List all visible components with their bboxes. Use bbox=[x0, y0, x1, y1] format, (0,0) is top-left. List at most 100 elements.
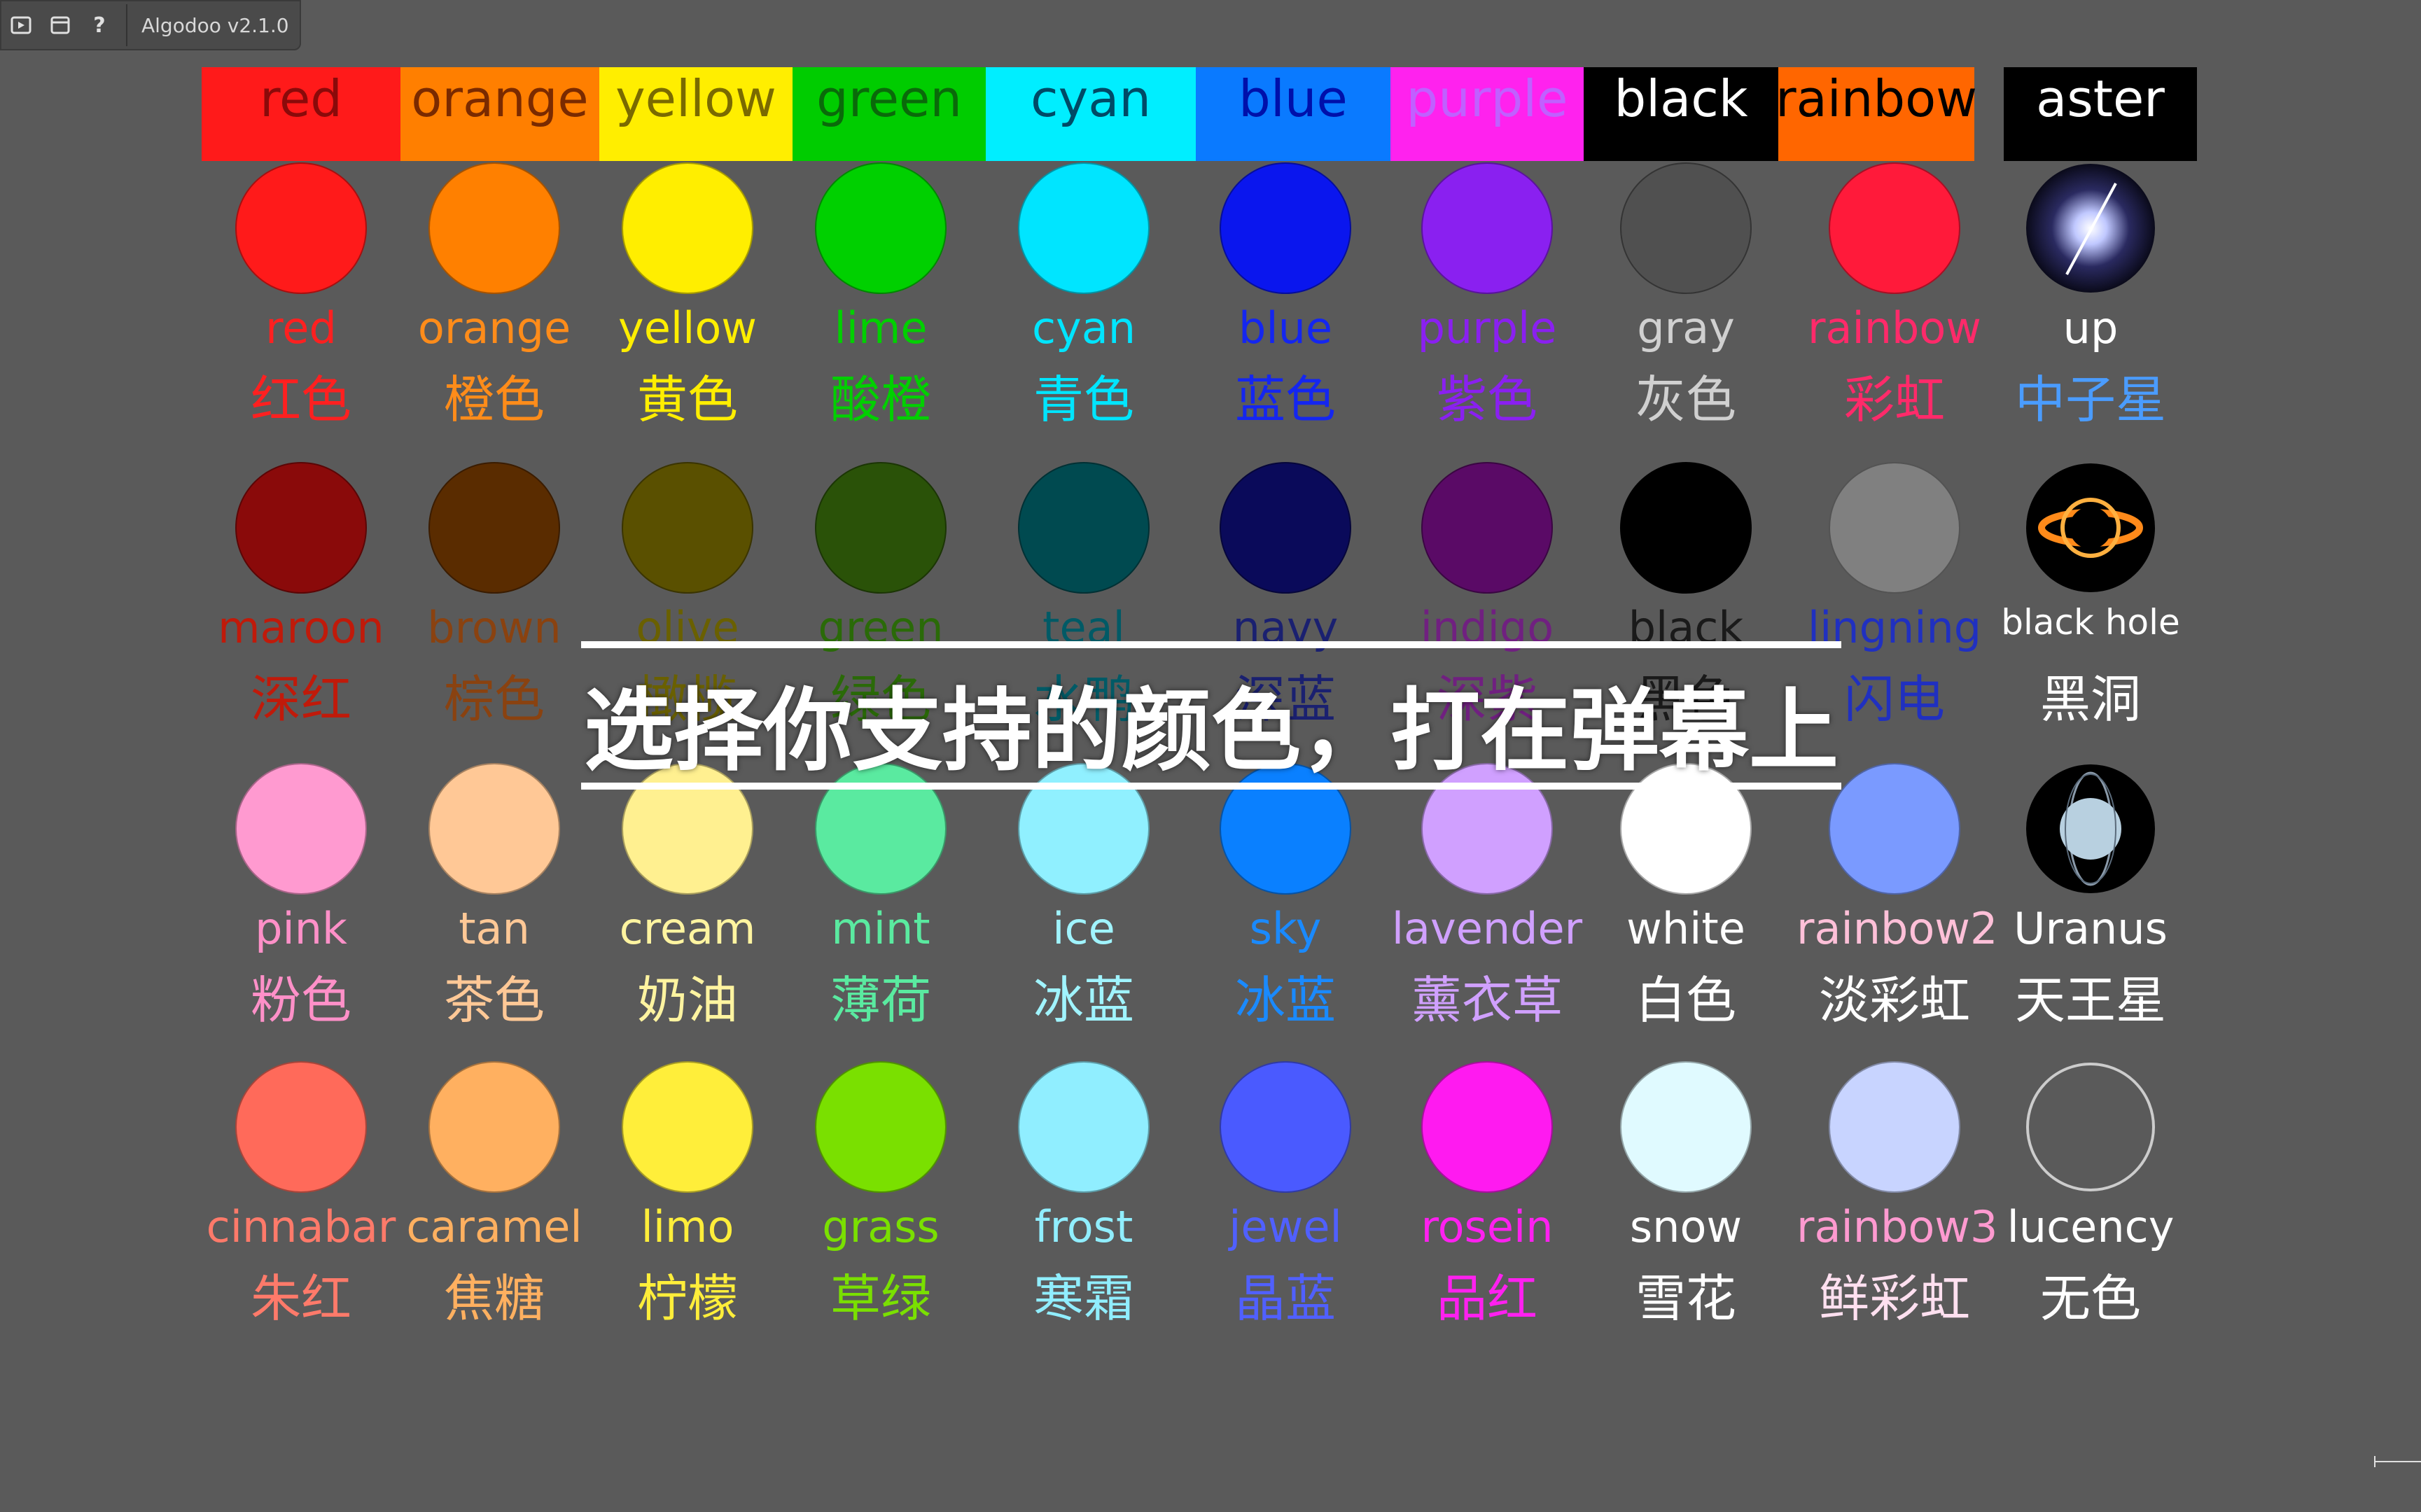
color-name-zh: 天王星 bbox=[2014, 971, 2166, 1030]
color-circle[interactable] bbox=[1220, 162, 1351, 294]
color-circle[interactable] bbox=[1829, 1061, 1960, 1193]
color-circle[interactable] bbox=[235, 462, 367, 594]
color-circle[interactable] bbox=[1829, 462, 1960, 594]
color-name-zh: 寒霜 bbox=[1033, 1269, 1134, 1328]
color-name-en: sky bbox=[1249, 903, 1322, 954]
color-circle[interactable] bbox=[428, 763, 560, 895]
color-name-zh: 橙色 bbox=[443, 370, 545, 429]
color-name-en: lime bbox=[834, 302, 928, 354]
color-name-zh: 冰蓝 bbox=[1033, 971, 1134, 1030]
color-name-en: rosein bbox=[1421, 1201, 1554, 1252]
color-name-zh: 冰蓝 bbox=[1234, 971, 1336, 1030]
color-name-en: jewel bbox=[1229, 1201, 1342, 1252]
resize-handle-icon[interactable] bbox=[2372, 1453, 2421, 1470]
color-circle[interactable] bbox=[1421, 462, 1553, 594]
color-name-zh: 草绿 bbox=[830, 1269, 931, 1328]
color-circle[interactable] bbox=[235, 1061, 367, 1193]
color-name-en: red bbox=[265, 302, 337, 354]
color-name-en: limo bbox=[641, 1201, 734, 1252]
color-name-en: ice bbox=[1052, 903, 1115, 954]
color-circle[interactable] bbox=[1421, 1061, 1553, 1193]
color-circle[interactable] bbox=[622, 162, 753, 294]
uranus-icon[interactable] bbox=[2025, 763, 2156, 895]
header-7: black bbox=[1584, 67, 1778, 161]
color-circle[interactable] bbox=[1829, 763, 1960, 895]
header-8: rainbow bbox=[1775, 67, 1977, 161]
color-circle[interactable] bbox=[815, 462, 947, 594]
color-circle[interactable] bbox=[1018, 462, 1150, 594]
color-name-en: cyan bbox=[1031, 302, 1136, 354]
color-name-en: brown bbox=[427, 602, 561, 653]
color-name-en: mint bbox=[831, 903, 930, 954]
color-circle[interactable] bbox=[1018, 162, 1150, 294]
color-name-en: gray bbox=[1637, 302, 1735, 354]
black-hole-icon[interactable] bbox=[2025, 462, 2156, 594]
header-4: cyan bbox=[986, 67, 1196, 161]
color-name-en: lucency bbox=[2007, 1201, 2175, 1252]
color-name-en: frost bbox=[1034, 1201, 1133, 1252]
header-3: green bbox=[793, 67, 986, 161]
color-name-en: cream bbox=[619, 903, 756, 954]
color-circle[interactable] bbox=[622, 462, 753, 594]
color-name-en: rainbow bbox=[1808, 302, 1981, 354]
color-circle[interactable] bbox=[815, 1061, 947, 1193]
neutron-star-icon[interactable] bbox=[2025, 162, 2156, 294]
color-name-en: white bbox=[1626, 903, 1745, 954]
color-name-en: orange bbox=[417, 302, 571, 354]
color-name-en: snow bbox=[1629, 1201, 1743, 1252]
header-2: yellow bbox=[599, 67, 793, 161]
window-icon[interactable] bbox=[41, 6, 80, 45]
color-name-en: up bbox=[2063, 302, 2119, 354]
color-circle[interactable] bbox=[1620, 162, 1752, 294]
color-circle[interactable] bbox=[1829, 162, 1960, 294]
color-name-zh: 紫色 bbox=[1436, 370, 1537, 429]
header-label: cyan bbox=[1031, 69, 1151, 128]
color-name-zh: 雪花 bbox=[1635, 1269, 1736, 1328]
help-icon[interactable]: ? bbox=[80, 6, 119, 45]
color-circle[interactable] bbox=[428, 462, 560, 594]
header-0: red bbox=[202, 67, 400, 161]
header-label: green bbox=[816, 69, 962, 128]
color-name-zh: 鲜彩虹 bbox=[1818, 1269, 1970, 1328]
caption-text: 选择你支持的颜色，打在弹幕上 bbox=[583, 679, 1839, 783]
color-name-zh: 黄色 bbox=[636, 370, 738, 429]
color-name-en: maroon bbox=[218, 602, 384, 653]
color-circle[interactable] bbox=[235, 162, 367, 294]
color-circle[interactable] bbox=[1018, 1061, 1150, 1193]
color-name-zh: 柠檬 bbox=[636, 1269, 738, 1328]
header-5: blue bbox=[1196, 67, 1390, 161]
color-name-zh: 酸橙 bbox=[830, 370, 931, 429]
color-name-en: tan bbox=[459, 903, 530, 954]
color-circle[interactable] bbox=[428, 1061, 560, 1193]
toolbar-divider bbox=[126, 4, 127, 46]
app-toolbar: ? Algodoo v2.1.0 bbox=[0, 0, 301, 50]
color-name-zh: 奶油 bbox=[636, 971, 738, 1030]
color-name-en: black hole bbox=[2001, 602, 2180, 643]
color-name-zh: 棕色 bbox=[443, 670, 545, 729]
color-circle[interactable] bbox=[428, 162, 560, 294]
color-circle[interactable] bbox=[1620, 462, 1752, 594]
color-name-en: Uranus bbox=[2014, 903, 2168, 954]
caption-bottom-rule bbox=[581, 783, 1841, 790]
color-circle[interactable] bbox=[815, 162, 947, 294]
color-name-zh: 深红 bbox=[250, 670, 351, 729]
color-circle[interactable] bbox=[1620, 1061, 1752, 1193]
color-circle[interactable] bbox=[1220, 462, 1351, 594]
play-icon[interactable] bbox=[1, 6, 41, 45]
header-label: yellow bbox=[615, 69, 776, 128]
header-label: red bbox=[259, 69, 343, 128]
color-name-zh: 中子星 bbox=[2014, 370, 2166, 429]
color-name-en: caramel bbox=[406, 1201, 582, 1252]
color-name-zh: 无色 bbox=[2039, 1269, 2141, 1328]
color-circle[interactable] bbox=[1220, 1061, 1351, 1193]
color-circle[interactable] bbox=[235, 763, 367, 895]
color-name-en: yellow bbox=[618, 302, 757, 354]
header-label: rainbow bbox=[1775, 69, 1977, 128]
color-name-zh: 焦糖 bbox=[443, 1269, 545, 1328]
color-circle[interactable] bbox=[622, 1061, 753, 1193]
color-name-zh: 青色 bbox=[1033, 370, 1134, 429]
color-circle[interactable] bbox=[1421, 162, 1553, 294]
lucency-ring-icon[interactable] bbox=[2025, 1061, 2156, 1193]
color-name-en: cinnabar bbox=[206, 1201, 396, 1252]
header-6: purple bbox=[1390, 67, 1584, 161]
